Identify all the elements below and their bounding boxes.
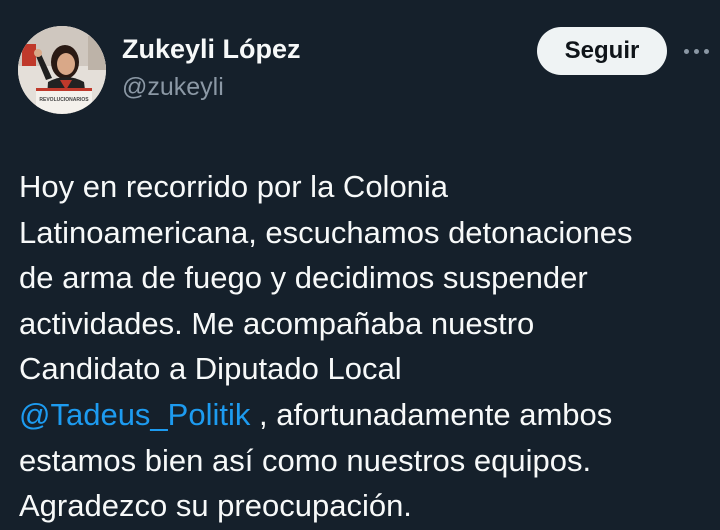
- tweet-card: REVOLUCIONARIOS Zukeyli López @zukeyli S…: [0, 0, 720, 530]
- tweet-line: de arma de fuego y decidimos suspender: [19, 260, 588, 296]
- avatar-sign-text: REVOLUCIONARIOS: [39, 97, 89, 103]
- tweet-line: estamos bien así como nuestros equipos.: [19, 442, 592, 478]
- more-dot: [704, 48, 709, 54]
- avatar-photo: REVOLUCIONARIOS: [18, 26, 106, 114]
- author-handle[interactable]: @zukeyli: [122, 73, 224, 102]
- mention-link[interactable]: @Tadeus_Politik: [19, 397, 250, 432]
- follow-button[interactable]: Seguir: [537, 27, 667, 75]
- tweet-line: Candidato a Diputado Local: [19, 351, 402, 387]
- tweet-line: Agradezco su preocupación.: [19, 488, 412, 524]
- more-dot: [694, 48, 699, 54]
- tweet-line: Latinoamericana, escuchamos detonaciones: [19, 214, 633, 250]
- more-options-icon[interactable]: [684, 33, 720, 69]
- author-name[interactable]: Zukeyli López: [122, 34, 301, 65]
- tweet-text: Hoy en recorrido por la Colonia Latinoam…: [19, 164, 709, 529]
- more-dot: [684, 48, 689, 54]
- tweet-line-text: , afortunadamente ambos: [250, 396, 613, 432]
- tweet-line: actividades. Me acompañaba nuestro: [19, 305, 535, 341]
- author-avatar[interactable]: REVOLUCIONARIOS: [18, 26, 106, 114]
- tweet-line-mention: @Tadeus_Politik , afortunadamente ambos: [19, 392, 709, 438]
- tweet-line: Hoy en recorrido por la Colonia: [19, 169, 449, 204]
